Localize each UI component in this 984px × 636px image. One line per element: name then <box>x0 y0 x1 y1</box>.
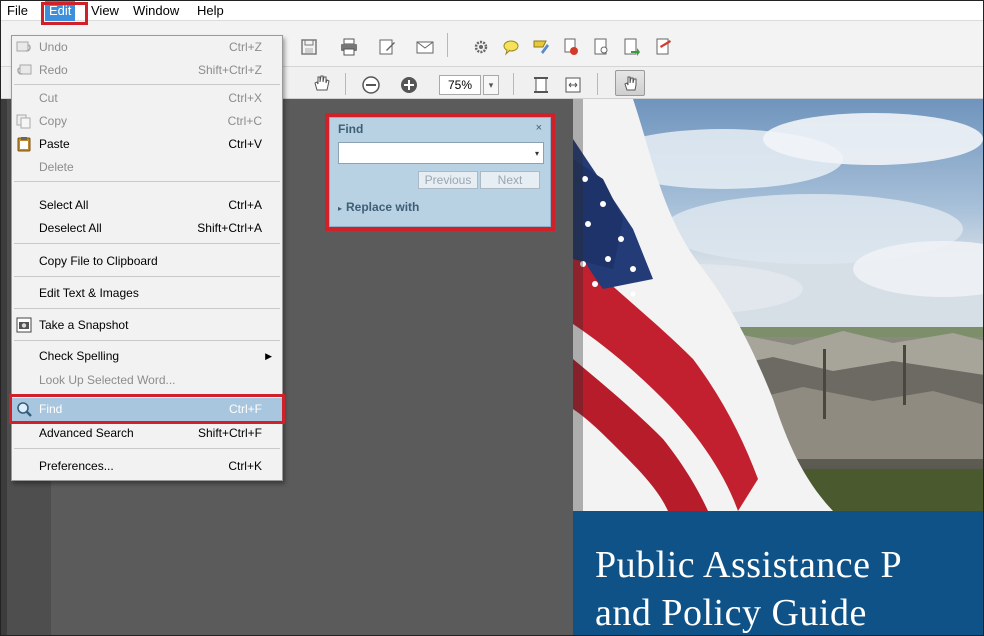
menu-window[interactable]: Window <box>129 1 183 21</box>
stamp-icon[interactable] <box>561 37 581 57</box>
menu-item-redo[interactable]: Redo Shift+Ctrl+Z <box>12 59 282 82</box>
replace-with-label: Replace with <box>346 200 420 214</box>
menu-file[interactable]: File <box>3 1 32 21</box>
document-tool-icon[interactable] <box>591 37 611 57</box>
document-page: Public Assistance P and Policy Guide <box>573 99 983 635</box>
email-icon[interactable] <box>415 37 435 57</box>
document-title-line-2: and Policy Guide <box>595 592 867 634</box>
expand-triangle-icon: ▸ <box>338 204 343 213</box>
toolbar-separator <box>597 73 598 95</box>
zoom-out-icon[interactable] <box>361 75 381 95</box>
sign-icon[interactable] <box>653 37 673 57</box>
hand-tool-icon[interactable] <box>311 73 331 93</box>
menu-item-advanced-search[interactable]: Advanced Search Shift+Ctrl+F <box>12 422 282 445</box>
find-menu-item-callout <box>9 394 285 424</box>
menu-bar: File Edit View Window Help <box>1 1 983 21</box>
menu-item-look-up-selected-word[interactable]: Look Up Selected Word... <box>12 369 282 392</box>
camera-icon <box>16 317 32 333</box>
fit-page-icon[interactable] <box>531 75 551 95</box>
clipboard-icon <box>16 136 32 152</box>
menu-item-paste[interactable]: Paste Ctrl+V <box>12 133 282 156</box>
find-panel-title: Find <box>338 122 364 136</box>
find-next-button[interactable]: Next <box>480 171 540 189</box>
fit-width-icon[interactable] <box>563 75 583 95</box>
menu-separator <box>14 448 280 449</box>
redo-icon <box>16 62 32 78</box>
print-icon[interactable] <box>339 37 359 57</box>
menu-separator <box>14 276 280 277</box>
zoom-level-input[interactable]: 75% <box>439 75 481 95</box>
menu-separator <box>14 181 280 182</box>
close-icon[interactable]: × <box>536 122 542 134</box>
save-icon[interactable] <box>299 37 319 57</box>
acrobat-window: File Edit View Window Help 75% ▾ Public … <box>0 0 984 636</box>
menu-item-delete[interactable]: Delete <box>12 156 282 179</box>
comment-icon[interactable] <box>501 37 521 57</box>
edit-menu-callout <box>41 2 88 25</box>
menu-item-select-all[interactable]: Select All Ctrl+A <box>12 194 282 217</box>
export-icon[interactable] <box>621 37 641 57</box>
zoom-dropdown[interactable]: ▾ <box>483 75 499 95</box>
undo-icon <box>16 39 32 55</box>
left-rail-edge <box>1 99 7 635</box>
menu-view[interactable]: View <box>87 1 123 21</box>
submenu-arrow-icon: ▶ <box>265 351 272 361</box>
cover-photo <box>573 99 983 511</box>
find-previous-button[interactable]: Previous <box>418 171 478 189</box>
gear-icon[interactable] <box>471 37 491 57</box>
menu-separator <box>14 308 280 309</box>
menu-separator <box>14 84 280 85</box>
menu-item-check-spelling[interactable]: Check Spelling ▶ <box>12 345 282 368</box>
replace-with-toggle[interactable]: ▸ Replace with <box>338 200 419 214</box>
menu-item-preferences[interactable]: Preferences... Ctrl+K <box>12 455 282 478</box>
menu-separator <box>14 340 280 341</box>
menu-item-deselect-all[interactable]: Deselect All Shift+Ctrl+A <box>12 217 282 240</box>
touch-hand-icon <box>620 73 640 93</box>
document-title-line-1: Public Assistance P <box>595 544 903 586</box>
highlight-icon[interactable] <box>531 37 551 57</box>
copy-icon <box>16 113 32 129</box>
edit-document-icon[interactable] <box>377 37 397 57</box>
toolbar-separator <box>513 73 514 95</box>
find-search-input[interactable]: ▾ <box>338 142 544 164</box>
menu-help[interactable]: Help <box>193 1 228 21</box>
menu-item-take-a-snapshot[interactable]: Take a Snapshot <box>12 314 282 337</box>
menu-item-edit-text-images[interactable]: Edit Text & Images <box>12 282 282 305</box>
chevron-down-icon[interactable]: ▾ <box>535 149 539 158</box>
menu-item-copy[interactable]: Copy Ctrl+C <box>12 110 282 133</box>
find-panel: Find × ▾ Previous Next ▸ Replace with <box>329 117 551 227</box>
zoom-in-icon[interactable] <box>399 75 419 95</box>
toolbar-separator <box>345 73 346 95</box>
menu-item-undo[interactable]: Undo Ctrl+Z <box>12 36 282 59</box>
menu-item-copy-file-to-clipboard[interactable]: Copy File to Clipboard <box>12 250 282 273</box>
menu-separator <box>14 243 280 244</box>
menu-item-cut[interactable]: Cut Ctrl+X <box>12 87 282 110</box>
toolbar-separator <box>447 33 448 57</box>
